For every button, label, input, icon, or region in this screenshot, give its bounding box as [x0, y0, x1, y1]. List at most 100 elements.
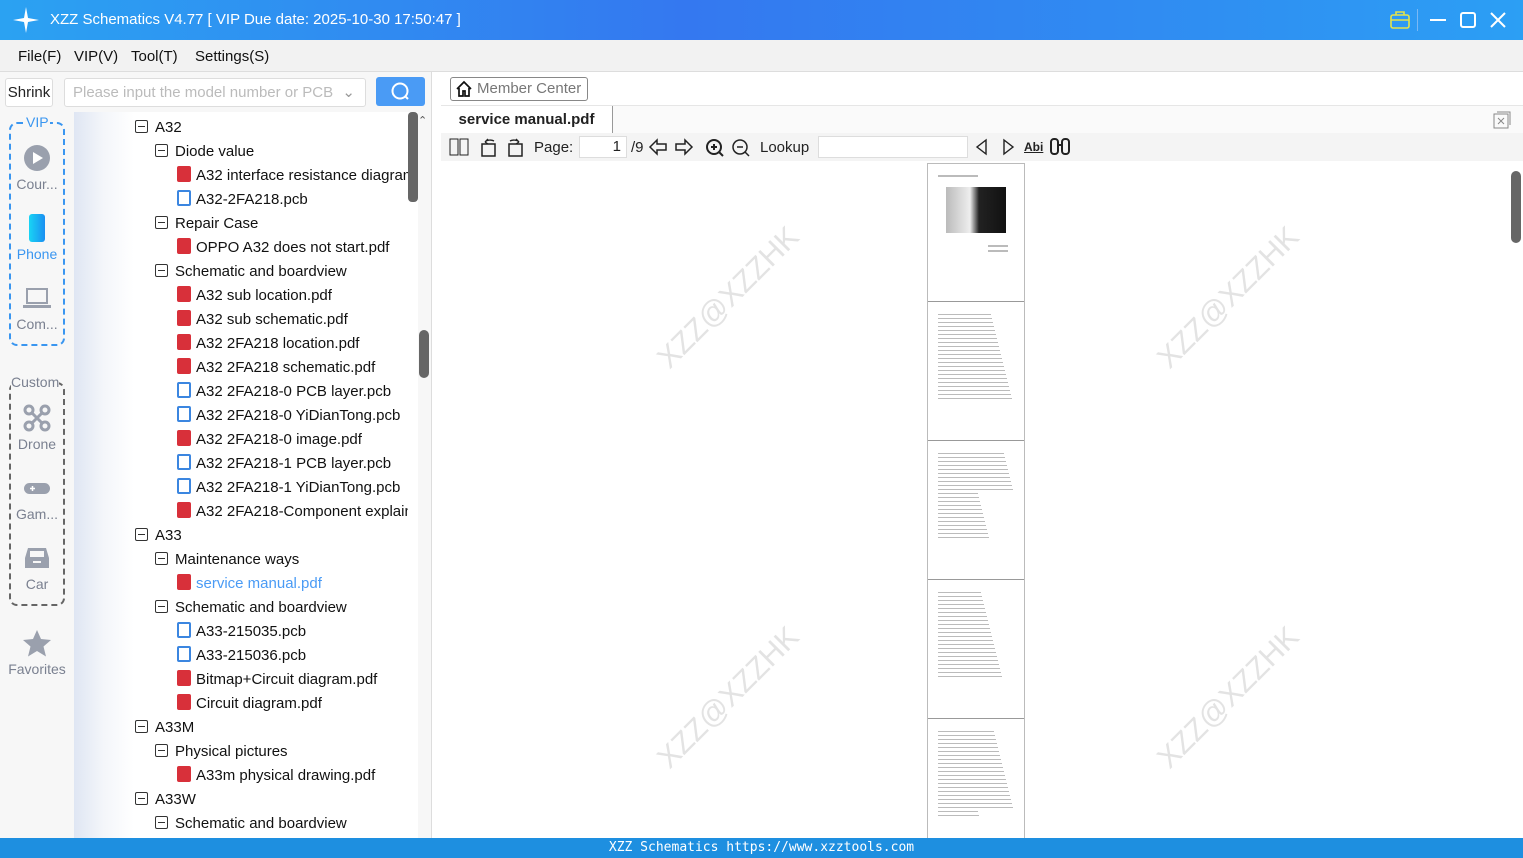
tree-file[interactable]: A32 2FA218-0 image.pdf — [177, 428, 362, 452]
nav-phone[interactable]: Phone — [0, 214, 74, 262]
tree-folder[interactable]: Schematic and boardview — [155, 596, 347, 620]
find-next-icon[interactable] — [1000, 138, 1016, 156]
tree-label: A33W — [155, 791, 196, 808]
rotate-left-icon[interactable] — [479, 137, 499, 157]
chevron-down-icon[interactable]: ⌄ — [342, 79, 355, 106]
tree-file[interactable]: service manual.pdf — [177, 572, 322, 596]
pcb-file-icon — [177, 190, 191, 206]
collapse-icon[interactable] — [155, 144, 168, 157]
tree-file[interactable]: A33-215036.pcb — [177, 644, 306, 668]
tree-scrollbar[interactable] — [408, 112, 418, 202]
tree-file[interactable]: A32 sub location.pdf — [177, 284, 332, 308]
collapse-icon[interactable] — [155, 264, 168, 277]
next-page-icon[interactable] — [674, 138, 694, 156]
collapse-icon[interactable] — [155, 552, 168, 565]
tree-folder[interactable]: Physical pictures — [155, 740, 288, 764]
tab-service-manual[interactable]: service manual.pdf — [441, 106, 613, 133]
tree-folder[interactable]: Schematic and boardview — [155, 812, 347, 836]
collapse-icon[interactable] — [155, 744, 168, 757]
tree-file[interactable]: A32 2FA218-0 YiDianTong.pcb — [177, 404, 400, 428]
collapse-icon[interactable] — [135, 792, 148, 805]
page-thumbnails[interactable] — [927, 163, 1025, 838]
zoom-in-icon[interactable] — [705, 138, 725, 158]
tree-folder[interactable]: Repair Case — [155, 212, 258, 236]
nav-courses[interactable]: Cour... — [0, 144, 74, 192]
minimize-button[interactable] — [1426, 8, 1450, 32]
menu-tool[interactable]: Tool(T) — [131, 48, 178, 65]
tree-folder[interactable]: A32 — [135, 116, 182, 140]
watermark: XZZ@XZZHK — [651, 220, 806, 375]
collapse-icon[interactable] — [135, 528, 148, 541]
page-thumbnail[interactable] — [928, 442, 1024, 580]
scroll-up-icon[interactable]: ⌃ — [418, 114, 427, 127]
search-button[interactable] — [376, 77, 425, 106]
tree-file[interactable]: A33m physical drawing.pdf — [177, 764, 375, 788]
tree-file[interactable]: A32 interface resistance diagram — [177, 164, 408, 188]
pdf-toolbar: Page: 1 /9 Lookup Abi — [441, 133, 1523, 161]
nav-label: Phone — [16, 246, 58, 262]
tree-folder[interactable]: Schematic and boardview — [155, 260, 347, 284]
nav-games[interactable]: Gam... — [0, 474, 74, 522]
menu-file[interactable]: File(F) — [18, 48, 61, 65]
tree-folder[interactable]: A33M — [135, 716, 194, 740]
tree-file[interactable]: A32 2FA218-1 YiDianTong.pcb — [177, 476, 400, 500]
member-center-button[interactable]: Member Center — [450, 77, 588, 101]
search-input[interactable]: Please input the model number or PCB ⌄ — [64, 78, 366, 107]
tree-file[interactable]: A32-2FA218.pcb — [177, 188, 308, 212]
tree-label: A32 sub schematic.pdf — [196, 311, 348, 328]
nav-car[interactable]: Car — [0, 544, 74, 592]
nav-drone[interactable]: Drone — [0, 404, 74, 452]
menu-settings[interactable]: Settings(S) — [195, 48, 269, 65]
tree-file[interactable]: A32 2FA218 location.pdf — [177, 332, 359, 356]
tree-file[interactable]: A32 2FA218-Component explain — [177, 500, 408, 524]
tree-file[interactable]: A32 sub schematic.pdf — [177, 308, 348, 332]
page-thumbnail[interactable] — [928, 581, 1024, 719]
tree-file[interactable]: Circuit diagram.pdf — [177, 692, 322, 716]
left-pane: Shrink Please input the model number or … — [0, 72, 432, 838]
collapse-icon[interactable] — [155, 816, 168, 829]
collapse-icon[interactable] — [155, 216, 168, 229]
page-thumbnail[interactable] — [928, 164, 1024, 302]
collapse-icon[interactable] — [135, 120, 148, 133]
prev-page-icon[interactable] — [648, 138, 668, 156]
tree-folder[interactable]: Maintenance ways — [155, 548, 299, 572]
shrink-button[interactable]: Shrink — [5, 78, 53, 107]
collapse-icon[interactable] — [135, 720, 148, 733]
nav-computer[interactable]: Com... — [0, 284, 74, 332]
pdf-file-icon — [177, 574, 191, 590]
app-logo-icon — [13, 7, 39, 33]
tree-folder[interactable]: Diode value — [155, 140, 254, 164]
menu-vip[interactable]: VIP(V) — [74, 48, 118, 65]
pdf-file-icon — [177, 502, 191, 518]
tree-folder[interactable]: A33W — [135, 788, 196, 812]
tree-file[interactable]: A33-215035.pcb — [177, 620, 306, 644]
tree-file[interactable]: A32 2FA218-0 PCB layer.pcb — [177, 380, 391, 404]
page-total: /9 — [631, 139, 644, 156]
collapse-icon[interactable] — [155, 600, 168, 613]
maximize-button[interactable] — [1456, 8, 1480, 32]
lookup-input[interactable] — [818, 136, 968, 158]
two-page-view-icon[interactable] — [449, 138, 469, 156]
briefcase-icon[interactable] — [1388, 8, 1412, 32]
panel-splitter-handle[interactable] — [419, 330, 429, 378]
tree-folder[interactable]: A33 — [135, 524, 182, 548]
pdf-file-icon — [177, 238, 191, 254]
tree-file[interactable]: A32 2FA218-1 PCB layer.pcb — [177, 452, 391, 476]
tree-label: A32 sub location.pdf — [196, 287, 332, 304]
highlight-text-button[interactable]: Abi — [1024, 140, 1043, 154]
close-button[interactable] — [1486, 8, 1510, 32]
page-thumbnail[interactable] — [928, 720, 1024, 838]
home-icon — [456, 80, 472, 97]
nav-favorites[interactable]: Favorites — [0, 629, 74, 677]
zoom-out-icon[interactable] — [731, 138, 751, 158]
tree-file[interactable]: A32 2FA218 schematic.pdf — [177, 356, 375, 380]
page-thumbnail[interactable] — [928, 303, 1024, 441]
tree-file[interactable]: Bitmap+Circuit diagram.pdf — [177, 668, 377, 692]
binoculars-icon[interactable] — [1049, 137, 1071, 157]
page-number-input[interactable]: 1 — [579, 136, 627, 158]
viewer-scrollbar[interactable] — [1511, 171, 1521, 243]
find-prev-icon[interactable] — [974, 138, 990, 156]
rotate-right-icon[interactable] — [505, 137, 525, 157]
close-tab-icon[interactable] — [1493, 111, 1511, 129]
tree-file[interactable]: OPPO A32 does not start.pdf — [177, 236, 389, 260]
